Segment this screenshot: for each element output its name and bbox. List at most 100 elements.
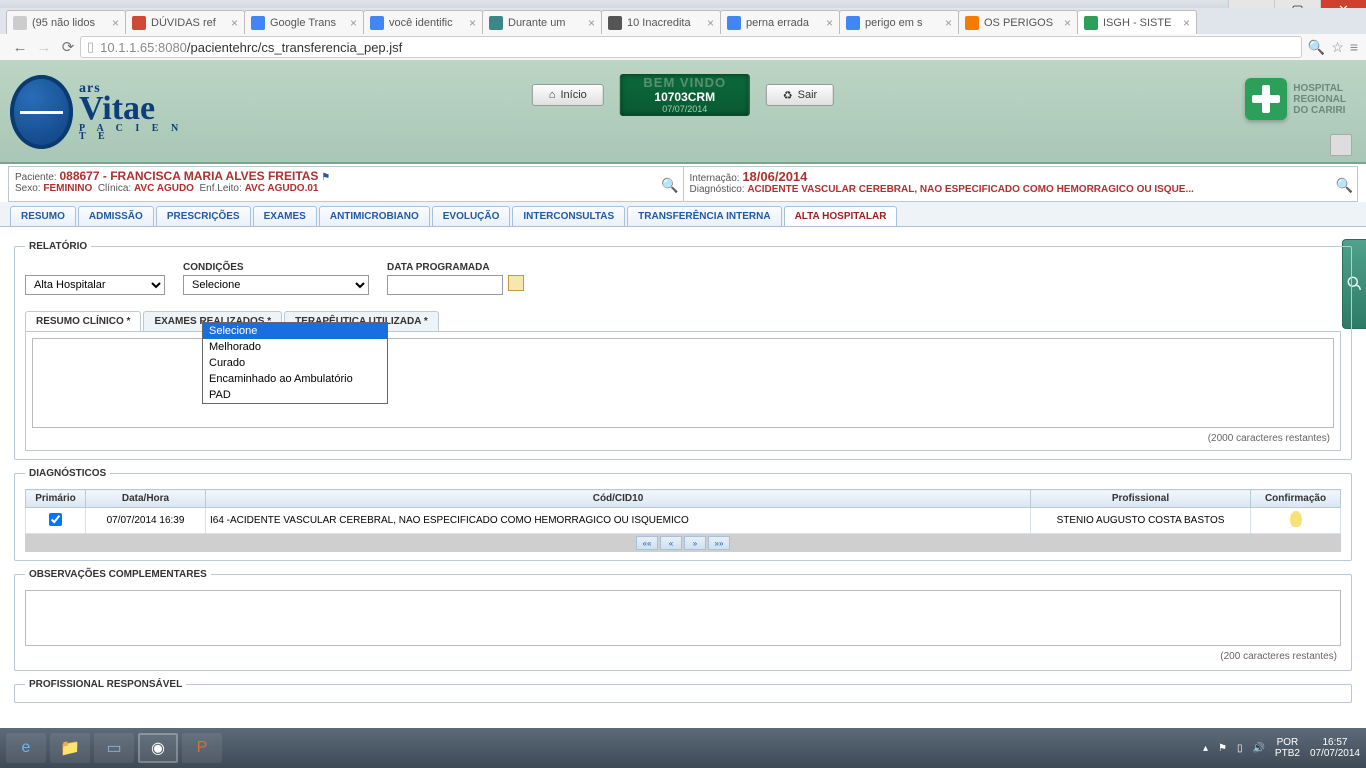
- browser-tab[interactable]: ISGH - SISTE×: [1077, 10, 1197, 34]
- user-chip: BEM VINDO 10703CRM 07/07/2014: [620, 74, 750, 116]
- browser-tab[interactable]: 10 Inacredita×: [601, 10, 721, 34]
- module-tab-alta-hospitalar[interactable]: ALTA HOSPITALAR: [784, 206, 898, 226]
- tab-close-icon[interactable]: ×: [822, 16, 833, 30]
- module-tab-antimicrobiano[interactable]: ANTIMICROBIANO: [319, 206, 430, 226]
- lightbulb-icon[interactable]: [1290, 511, 1302, 527]
- module-tabs: RESUMOADMISSÃOPRESCRIÇÕESEXAMESANTIMICRO…: [0, 202, 1366, 227]
- relatorio-legend: RELATÓRIO: [25, 241, 91, 252]
- sub-tab[interactable]: RESUMO CLÍNICO *: [25, 311, 141, 331]
- tab-close-icon[interactable]: ×: [1060, 16, 1071, 30]
- taskbar-chrome-icon[interactable]: ◉: [138, 733, 178, 763]
- hospital-cross-icon: [1245, 78, 1287, 120]
- browser-tab[interactable]: (95 não lidos×: [6, 10, 126, 34]
- bookmark-star-icon[interactable]: ☆: [1331, 39, 1344, 56]
- back-button[interactable]: ←: [8, 36, 32, 58]
- observacoes-textarea[interactable]: [25, 590, 1341, 646]
- app-header: ars Vitae P A C I E N T E ⌂ Início BEM V…: [0, 60, 1366, 164]
- logout-button[interactable]: ♻ Sair: [766, 84, 834, 106]
- tray-volume-icon[interactable]: 🔊: [1252, 743, 1264, 754]
- module-tab-evolu-o[interactable]: EVOLUÇÃO: [432, 206, 511, 226]
- browser-tab[interactable]: você identific×: [363, 10, 483, 34]
- browser-tab[interactable]: Google Trans×: [244, 10, 364, 34]
- pager-button[interactable]: ««: [636, 536, 658, 550]
- logo-icon: [10, 75, 73, 149]
- module-tab-exames[interactable]: EXAMES: [253, 206, 317, 226]
- tab-close-icon[interactable]: ×: [108, 16, 119, 30]
- module-tab-admiss-o[interactable]: ADMISSÃO: [78, 206, 154, 226]
- browser-tab-strip: (95 não lidos×DÚVIDAS ref×Google Trans×v…: [0, 8, 1366, 34]
- diag-header: Primário: [26, 490, 86, 508]
- diag-header: Cód/CID10: [206, 490, 1031, 508]
- tab-close-icon[interactable]: ×: [584, 16, 595, 30]
- condicoes-select[interactable]: Selecione: [183, 275, 369, 295]
- dropdown-option[interactable]: Curado: [203, 355, 387, 371]
- reload-button[interactable]: ⟳: [56, 36, 80, 58]
- data-programada-input[interactable]: [387, 275, 503, 295]
- observacoes-fieldset: OBSERVAÇÕES COMPLEMENTARES (200 caracter…: [14, 569, 1352, 671]
- module-tab-prescri-es[interactable]: PRESCRIÇÕES: [156, 206, 251, 226]
- browser-tab[interactable]: perigo em s×: [839, 10, 959, 34]
- home-button[interactable]: ⌂ Início: [532, 84, 604, 106]
- module-tab-resumo[interactable]: RESUMO: [10, 206, 76, 226]
- search-icon[interactable]: 🔍: [1308, 39, 1325, 56]
- patient-search-icon[interactable]: 🔍: [661, 177, 678, 194]
- patient-info-bar: Paciente: 088677 - FRANCISCA MARIA ALVES…: [8, 166, 1358, 202]
- observacoes-legend: OBSERVAÇÕES COMPLEMENTARES: [25, 569, 211, 580]
- browser-tab[interactable]: OS PERIGOS×: [958, 10, 1078, 34]
- url-host: 10.1.1.65: [100, 40, 154, 55]
- browser-tab[interactable]: DÚVIDAS ref×: [125, 10, 245, 34]
- forward-button[interactable]: →: [32, 36, 56, 58]
- favicon-icon: [1084, 16, 1098, 30]
- table-row[interactable]: 07/07/2014 16:39I64 -ACIDENTE VASCULAR C…: [26, 508, 1341, 534]
- browser-toolbar: ← → ⟳ ▯ 10.1.1.65:8080/pacientehrc/cs_tr…: [0, 34, 1366, 60]
- dropdown-option[interactable]: PAD: [203, 387, 387, 403]
- notes-icon[interactable]: [1330, 134, 1352, 156]
- taskbar-explorer-icon[interactable]: 📁: [50, 733, 90, 763]
- favicon-icon: [727, 16, 741, 30]
- address-bar[interactable]: ▯ 10.1.1.65:8080/pacientehrc/cs_transfer…: [80, 36, 1302, 58]
- browser-tab[interactable]: perna errada×: [720, 10, 840, 34]
- condicoes-label: CONDIÇÕES: [183, 262, 369, 273]
- patient-flag-icon: ⚑: [321, 172, 330, 183]
- tipo-relatorio-select[interactable]: Alta Hospitalar: [25, 275, 165, 295]
- calendar-icon[interactable]: [508, 275, 524, 291]
- primario-checkbox[interactable]: [49, 513, 62, 526]
- favicon-icon: [370, 16, 384, 30]
- tab-close-icon[interactable]: ×: [465, 16, 476, 30]
- pager-button[interactable]: »»: [708, 536, 730, 550]
- diagnosticos-fieldset: DIAGNÓSTICOS PrimárioData/HoraCód/CID10P…: [14, 468, 1352, 561]
- refresh-icon: ♻: [783, 89, 793, 102]
- data-programada-label: DATA PROGRAMADA: [387, 262, 524, 273]
- windows-taskbar: e 📁 ▭ ◉ P ▴ ⚑ ▯ 🔊 PORPTB2 16:5707/07/201…: [0, 728, 1366, 768]
- system-tray[interactable]: ▴ ⚑ ▯ 🔊 PORPTB2 16:5707/07/2014: [1203, 737, 1360, 759]
- diagnosticos-legend: DIAGNÓSTICOS: [25, 468, 110, 479]
- tray-flag-icon[interactable]: ⚑: [1218, 743, 1227, 754]
- taskbar-ie-icon[interactable]: e: [6, 733, 46, 763]
- chrome-menu-icon[interactable]: ≡: [1350, 39, 1358, 56]
- profissional-legend: PROFISSIONAL RESPONSÁVEL: [25, 679, 186, 690]
- condicoes-dropdown-popup[interactable]: SelecioneMelhoradoCuradoEncaminhado ao A…: [202, 322, 388, 404]
- tab-close-icon[interactable]: ×: [703, 16, 714, 30]
- tray-battery-icon[interactable]: ▯: [1237, 743, 1243, 754]
- tab-close-icon[interactable]: ×: [941, 16, 952, 30]
- tray-chevron-up-icon[interactable]: ▴: [1203, 743, 1208, 754]
- taskbar-powerpoint-icon[interactable]: P: [182, 733, 222, 763]
- taskbar-app-icon[interactable]: ▭: [94, 733, 134, 763]
- pager-button[interactable]: »: [684, 536, 706, 550]
- obs-remaining-label: (200 caracteres restantes): [25, 649, 1341, 662]
- diag-header: Data/Hora: [86, 490, 206, 508]
- tab-close-icon[interactable]: ×: [346, 16, 357, 30]
- dropdown-option[interactable]: Encaminhado ao Ambulatório: [203, 371, 387, 387]
- dropdown-option[interactable]: Selecione: [203, 323, 387, 339]
- pager-button[interactable]: «: [660, 536, 682, 550]
- dropdown-option[interactable]: Melhorado: [203, 339, 387, 355]
- favicon-icon: [132, 16, 146, 30]
- browser-tab[interactable]: Durante um×: [482, 10, 602, 34]
- admission-search-icon[interactable]: 🔍: [1336, 177, 1353, 194]
- resumo-remaining-label: (2000 caracteres restantes): [32, 431, 1334, 444]
- tab-close-icon[interactable]: ×: [227, 16, 238, 30]
- tab-close-icon[interactable]: ×: [1179, 16, 1190, 30]
- module-tab-interconsultas[interactable]: INTERCONSULTAS: [512, 206, 625, 226]
- diag-header: Profissional: [1031, 490, 1251, 508]
- module-tab-transfer-ncia-interna[interactable]: TRANSFERÊNCIA INTERNA: [627, 206, 781, 226]
